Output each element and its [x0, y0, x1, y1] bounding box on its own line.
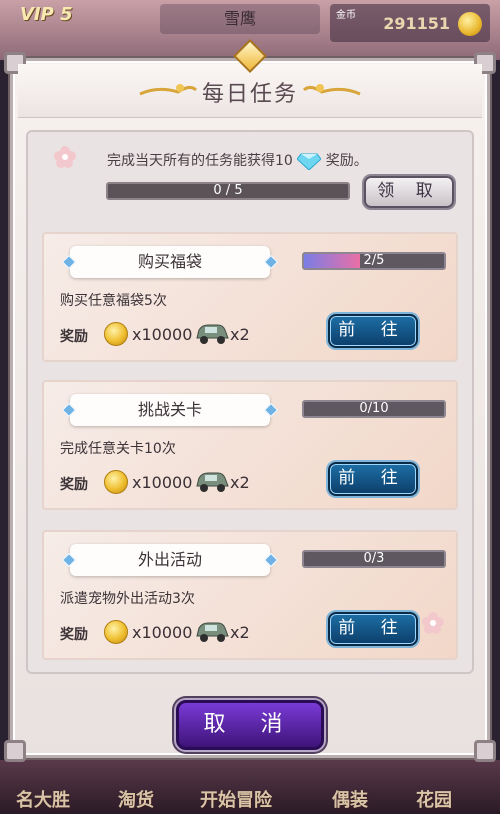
bottom-tab-3[interactable]: 开始冒险	[200, 786, 272, 814]
claim-button[interactable]: 领 取	[364, 176, 454, 208]
right-ornament-icon	[302, 84, 361, 96]
gem-icon	[61, 402, 77, 418]
car-icon	[196, 622, 229, 642]
car-amount: x2	[230, 623, 250, 642]
bottom-tab-2[interactable]: 淘货	[118, 786, 154, 814]
corner-ornament	[474, 740, 496, 762]
reward-label: 奖励	[60, 627, 88, 643]
gem-icon	[263, 402, 279, 418]
player-name: 雪鹰	[160, 4, 320, 34]
gem-icon	[263, 552, 279, 568]
total-progress-bar: 0 / 5	[106, 182, 350, 200]
coin-amount: x10000	[132, 473, 193, 492]
coin-amount: x10000	[132, 623, 193, 642]
task-title-box: 挑战关卡	[61, 394, 279, 426]
task-title: 购买福袋	[137, 252, 202, 271]
cancel-button[interactable]: 取 消	[176, 700, 324, 750]
task-progress-text: 2/5	[363, 253, 385, 268]
gold-value: 291151	[383, 14, 450, 33]
task-card: 挑战关卡 0/10 完成任意关卡10次 奖励 x10000 x2 前 往	[42, 380, 458, 510]
car-amount: x2	[230, 325, 250, 344]
task-progress-bar: 0/3	[302, 550, 446, 568]
gold-label: 金币	[336, 10, 356, 21]
task-card: 外出活动 0/3 派遣宠物外出活动3次 奖励 x10000 x2 前 往	[42, 530, 458, 660]
gem-icon	[61, 254, 77, 270]
gem-icon	[263, 254, 279, 270]
gem-icon	[61, 552, 77, 568]
task-title-box: 购买福袋	[61, 246, 279, 278]
flower-icon	[422, 612, 444, 634]
task-desc: 完成任意关卡10次	[60, 441, 176, 457]
gold-coin-icon	[458, 12, 482, 36]
intro-suffix: 奖励。	[325, 153, 368, 169]
go-button[interactable]: 前 往	[328, 462, 418, 496]
reward-label: 奖励	[60, 329, 88, 345]
car-amount: x2	[230, 473, 250, 492]
task-progress-bar: 0/10	[302, 400, 446, 418]
task-progress-bar: 2/5	[302, 252, 446, 270]
task-desc: 购买任意福袋5次	[60, 293, 167, 309]
reward-label: 奖励	[60, 477, 88, 493]
flower-icon	[54, 146, 76, 168]
bottom-tab-4[interactable]: 偶装	[332, 786, 368, 814]
task-progress-text: 0/10	[359, 401, 389, 416]
vip-level: VIP 5	[20, 4, 73, 25]
daily-intro: 完成当天所有的任务能获得10 奖励。	[107, 150, 368, 170]
coin-amount: x10000	[132, 325, 193, 344]
task-card: 购买福袋 2/5 购买任意福袋5次 奖励 x10000 x2 前 往	[42, 232, 458, 362]
corner-ornament	[4, 740, 26, 762]
go-button[interactable]: 前 往	[328, 612, 418, 646]
car-icon	[196, 472, 229, 492]
diamond-icon	[297, 153, 322, 170]
task-desc: 派遣宠物外出活动3次	[60, 591, 195, 607]
coin-icon	[104, 322, 128, 346]
coin-icon	[104, 470, 128, 494]
task-title: 挑战关卡	[137, 400, 202, 419]
car-icon	[196, 324, 229, 344]
task-title-box: 外出活动	[61, 544, 279, 576]
gold-display: 金币 291151	[330, 4, 490, 42]
bottom-tab-5[interactable]: 花园	[416, 786, 452, 814]
task-progress-text: 0/3	[363, 551, 385, 566]
task-title: 外出活动	[137, 550, 202, 569]
bottom-tab-1[interactable]: 名大胜	[16, 786, 70, 814]
dialog-title: 每日任务	[201, 82, 298, 107]
intro-text: 完成当天所有的任务能获得10	[107, 153, 293, 169]
coin-icon	[104, 620, 128, 644]
total-progress-text: 0 / 5	[213, 183, 243, 198]
go-button[interactable]: 前 往	[328, 314, 418, 348]
